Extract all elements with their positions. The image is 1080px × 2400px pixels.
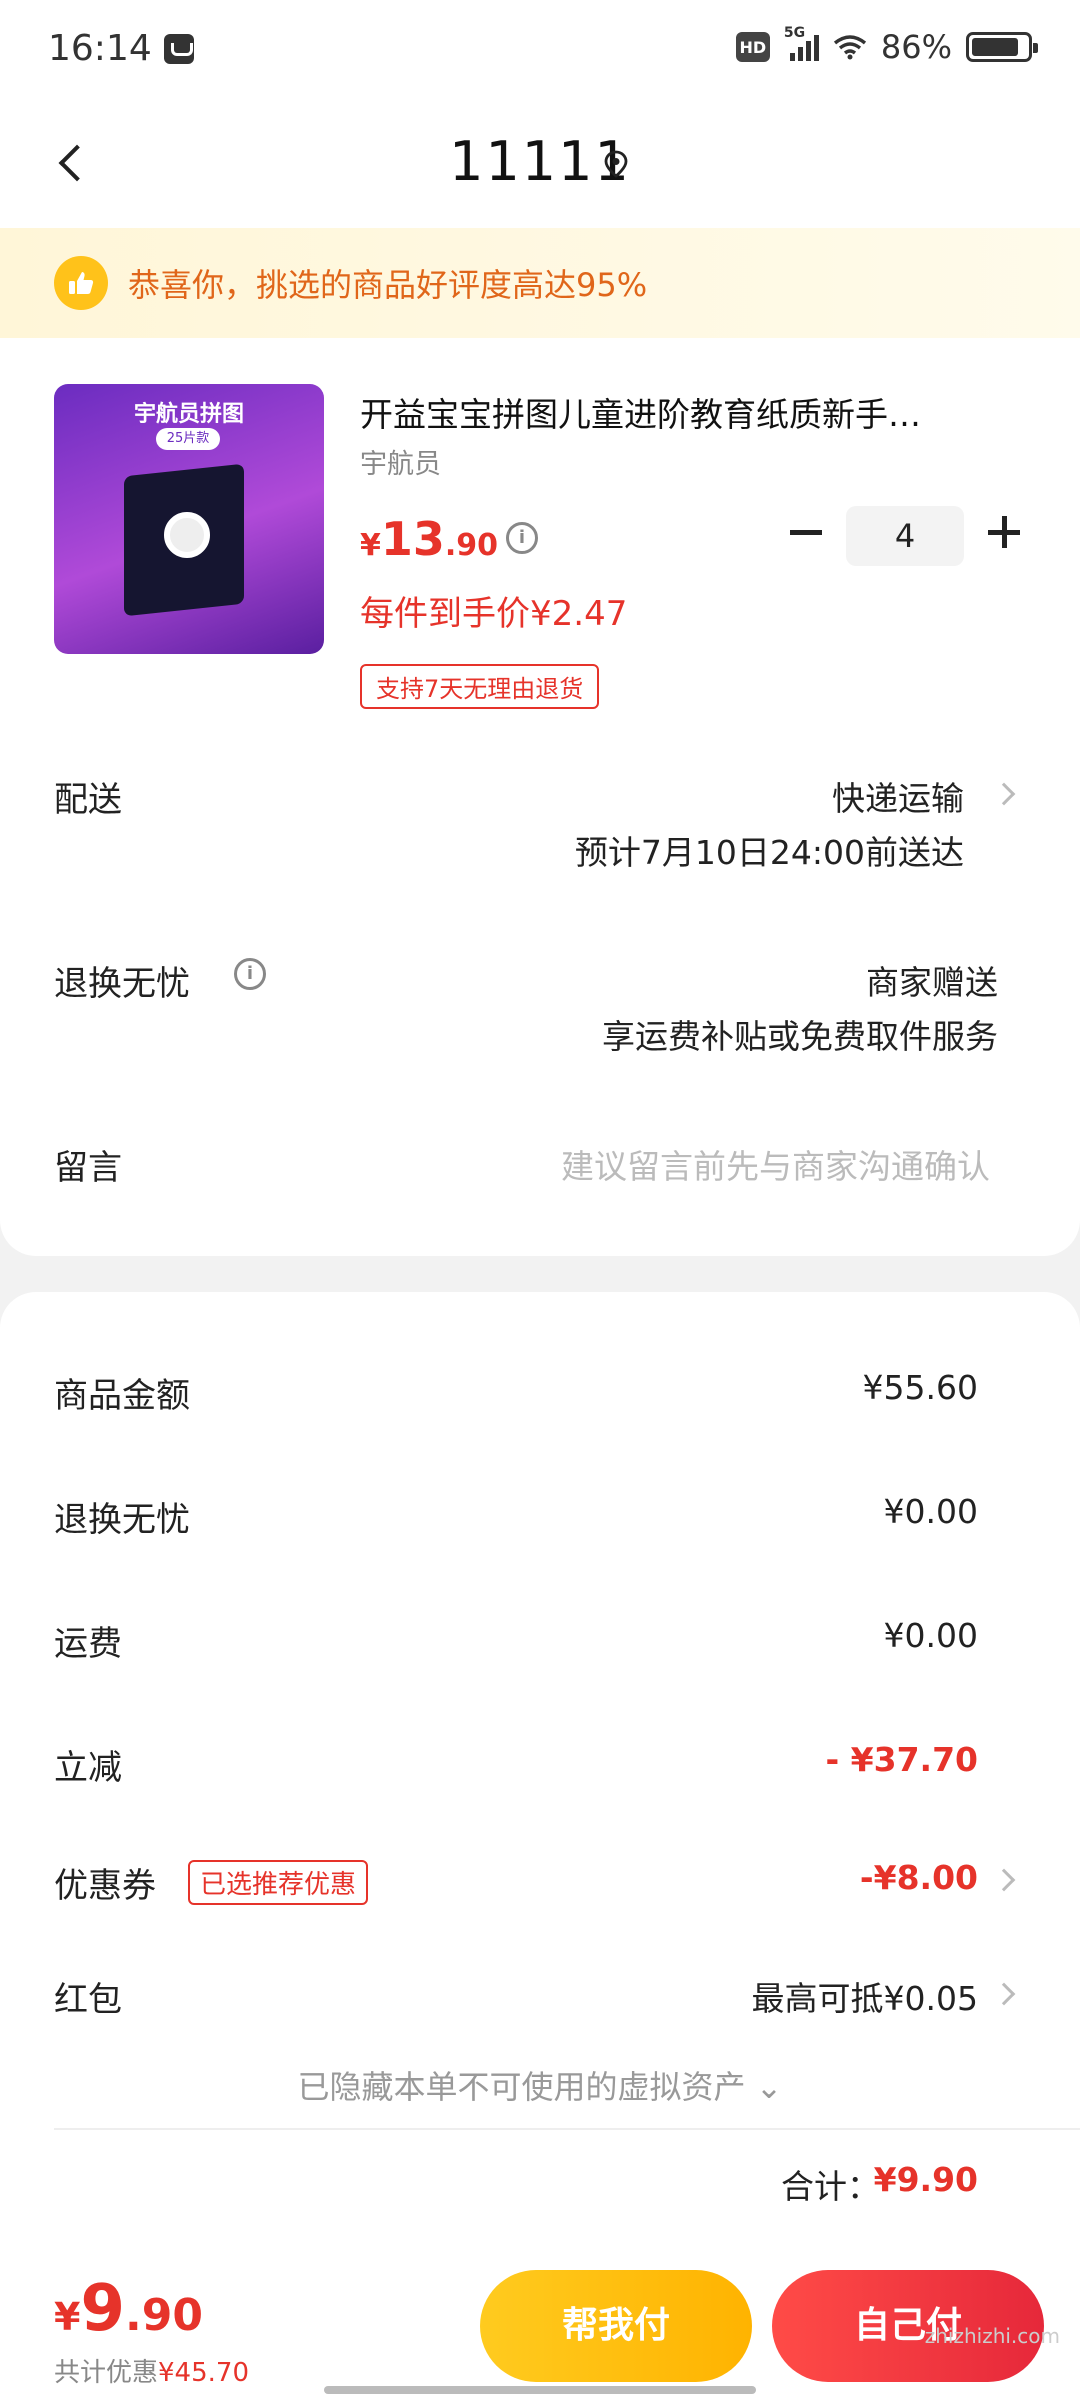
wifi-icon (833, 35, 866, 60)
order-header: 11111 (0, 100, 1080, 228)
network-type: 5G (783, 25, 806, 41)
price-integer: 13 (380, 512, 445, 566)
red-packet-value[interactable]: 最高可抵¥0.05 (752, 1972, 978, 2020)
message-input[interactable]: 建议留言前先与商家沟通确认 (561, 1140, 990, 1188)
pay-currency: ¥ (54, 2295, 81, 2339)
return-worry-value: 商家赠送 (866, 963, 998, 1002)
page-title: 11111 (449, 130, 631, 193)
total-label: 合计： (781, 2167, 880, 2206)
return-worry-info-icon[interactable]: i (234, 958, 266, 990)
home-indicator[interactable] (324, 2386, 756, 2394)
shipping-value: ¥0.00 (883, 1616, 978, 1655)
shipping-label: 运费 (54, 1624, 122, 1664)
return-policy-tag: 支持7天无理由退货 (360, 664, 600, 709)
instant-discount-label: 立减 (54, 1748, 122, 1788)
red-packet-chevron-icon[interactable] (992, 1982, 1016, 2006)
coupon-chevron-icon[interactable] (992, 1868, 1016, 1892)
status-indicators: HD 5G 86% (735, 25, 1038, 66)
product-image-title: 宇航员拼图 (133, 402, 244, 427)
pay-price: ¥9.90 (54, 2272, 203, 2346)
notification-app-icon (164, 34, 194, 64)
delivery-eta: 预计7月10日24:00前送达 (574, 833, 964, 872)
coupon-value[interactable]: -¥8.00 (860, 1858, 978, 1897)
return-fee-label: 退换无忧 (54, 1500, 190, 1540)
status-bar: 16:14 HD 5G 86% (0, 0, 1080, 100)
checkout-bar: ¥9.90 共计优惠¥45.70 帮我付 自己付 zhizhizhi.com (0, 2252, 1080, 2400)
price-currency: ¥ (360, 528, 381, 563)
goods-amount-label: 商品金额 (54, 1376, 190, 1416)
delivery-method[interactable]: 快递运输 (832, 772, 964, 820)
praise-text: 恭喜你，挑选的商品好评度高达95% (128, 266, 648, 304)
quantity-increase-button[interactable] (984, 512, 1024, 552)
hd-icon: HD (735, 32, 770, 62)
battery-icon (966, 32, 1038, 62)
unit-price: 每件到手价¥2.47 (360, 594, 628, 634)
return-worry-label: 退换无忧 (54, 964, 190, 1004)
message-label: 留言 (54, 1148, 122, 1188)
battery-percent: 86% (880, 28, 952, 66)
instant-discount-value: - ¥37.70 (825, 1740, 978, 1779)
delivery-label: 配送 (54, 780, 122, 820)
pay-integer: 9 (80, 2272, 125, 2346)
delivery-chevron-icon[interactable] (992, 782, 1016, 806)
coupon-label: 优惠券 (54, 1866, 156, 1906)
divider (54, 2128, 1080, 2130)
goods-amount-value: ¥55.60 (862, 1368, 978, 1407)
help-me-pay-button[interactable]: 帮我付 (480, 2270, 752, 2382)
product-image[interactable]: 宇航员拼图 25片款 (54, 384, 324, 654)
product-image-sub: 25片款 (156, 428, 220, 450)
price-decimal: .90 (444, 528, 499, 563)
signal-icon: 5G (784, 25, 819, 61)
coupon-tag[interactable]: 已选推荐优惠 (188, 1860, 369, 1905)
red-packet-label: 红包 (54, 1980, 122, 2020)
return-worry-detail: 享运费补贴或免费取件服务 (602, 1017, 998, 1056)
hidden-assets-toggle[interactable]: 已隐藏本单不可使用的虚拟资产 ⌄ (0, 2062, 1080, 2108)
product-title[interactable]: 开益宝宝拼图儿童进阶教育纸质新手… (360, 388, 1030, 436)
quantity-value[interactable]: 4 (846, 506, 964, 566)
fee-summary-card: 商品金额 ¥55.60 退换无忧 ¥0.00 运费 ¥0.00 立减 - ¥37… (0, 1292, 1080, 2252)
praise-banner: 恭喜你，挑选的商品好评度高达95% (0, 228, 1080, 338)
product-spec[interactable]: 宇航员 (360, 442, 441, 481)
total-discount: 共计优惠¥45.70 (54, 2352, 249, 2389)
discount-label: 共计优惠 (54, 2358, 159, 2388)
astronaut-graphic (164, 512, 210, 558)
watermark: zhizhizhi.com (924, 2324, 1060, 2348)
quantity-decrease-button[interactable] (786, 512, 826, 552)
product-price: ¥13.90 (360, 512, 498, 566)
price-info-icon[interactable]: i (506, 522, 538, 554)
total-value: ¥9.90 (873, 2160, 978, 2199)
status-time: 16:14 (48, 28, 152, 69)
thumbs-up-icon (54, 256, 108, 310)
order-card: 宇航员拼图 25片款 开益宝宝拼图儿童进阶教育纸质新手… 宇航员 ¥13.90 … (0, 338, 1080, 1256)
discount-value: ¥45.70 (158, 2358, 249, 2388)
location-pin-icon[interactable] (604, 150, 628, 178)
return-fee-value: ¥0.00 (883, 1492, 978, 1531)
pay-decimal: .90 (124, 2290, 203, 2341)
